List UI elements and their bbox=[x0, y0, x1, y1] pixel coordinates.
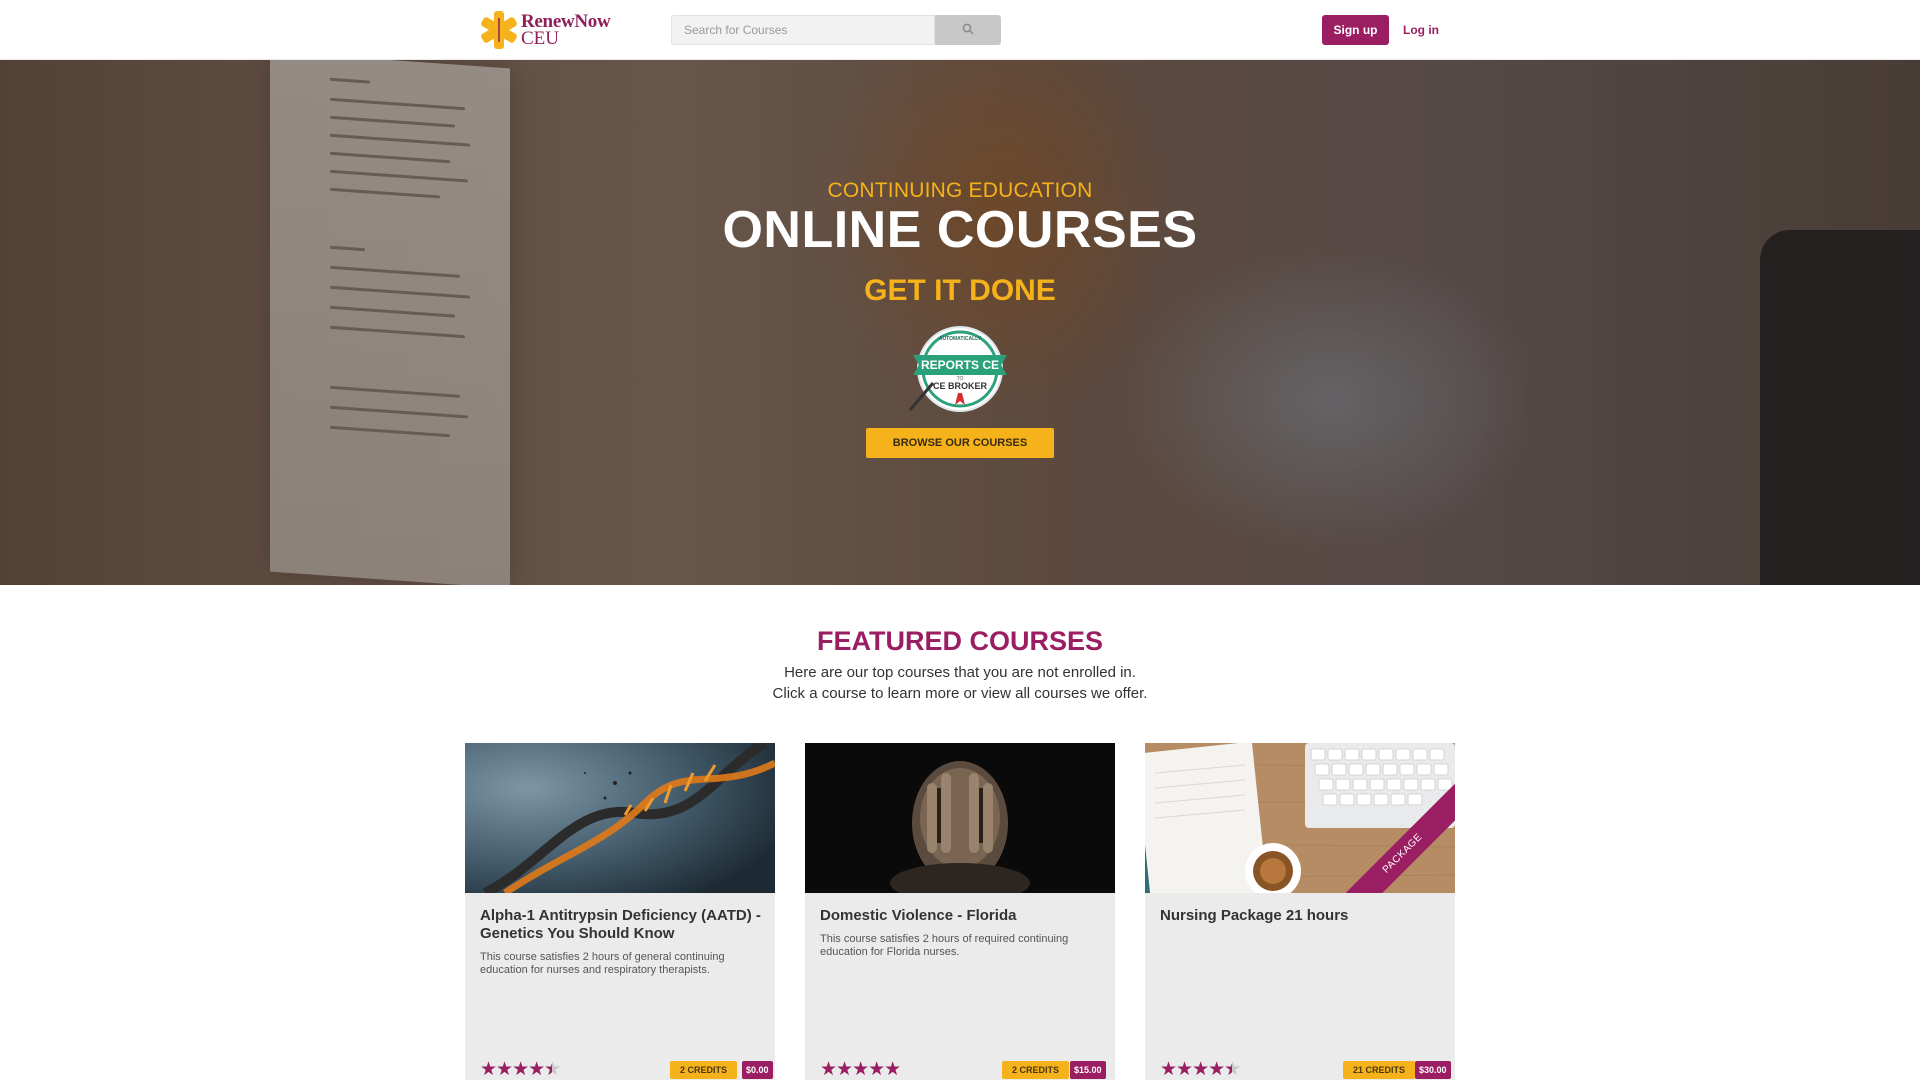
logo[interactable]: RenewNow CEU bbox=[479, 10, 614, 50]
price-badge: $0.00 bbox=[742, 1061, 773, 1079]
svg-text:REPORTS CE: REPORTS CE bbox=[921, 358, 999, 372]
hero-title: ONLINE COURSES bbox=[722, 201, 1198, 259]
browse-courses-button[interactable]: BROWSE OUR COURSES bbox=[866, 428, 1054, 458]
svg-text:AUTOMATICALLY: AUTOMATICALLY bbox=[939, 336, 982, 342]
course-description: This course satisfies 2 hours of general… bbox=[480, 951, 725, 976]
featured-subtitle-line-2: Click a course to learn more or view all… bbox=[772, 685, 1148, 702]
course-image-dna bbox=[465, 743, 775, 893]
star-of-life-icon bbox=[479, 10, 519, 50]
login-link[interactable]: Log in bbox=[1398, 15, 1444, 45]
rating-stars: ★★★★★ bbox=[820, 1059, 901, 1080]
featured-courses-subtitle: Here are our top courses that you are no… bbox=[0, 662, 1920, 704]
featured-courses-title: FEATURED COURSES bbox=[816, 626, 1104, 656]
course-card[interactable]: Domestic Violence - Florida This course … bbox=[805, 743, 1115, 1080]
course-description: This course satisfies 2 hours of require… bbox=[820, 933, 1069, 958]
course-footer: ★★★★★ 2 CREDITS $0.00 bbox=[480, 1059, 773, 1080]
logo-wordmark: RenewNow CEU bbox=[521, 12, 611, 49]
rating-stars-full: ★★★★ bbox=[1160, 1059, 1225, 1080]
rating-stars: ★★★★★ bbox=[1160, 1059, 1241, 1080]
search-bar bbox=[671, 15, 1001, 45]
rating-stars-full: ★★★★ bbox=[480, 1059, 545, 1080]
price-badge: $15.00 bbox=[1070, 1061, 1106, 1079]
course-card[interactable]: PACKAGE Nursing Package 21 hours ★★★★★ 2… bbox=[1145, 743, 1455, 1080]
course-title: Domestic Violence - Florida bbox=[820, 907, 1017, 924]
search-icon bbox=[962, 23, 974, 38]
site-header: RenewNow CEU Sign up Log in bbox=[0, 0, 1920, 60]
featured-subtitle-line-1: Here are our top courses that you are no… bbox=[784, 664, 1136, 681]
rating-star-half: ★ bbox=[544, 1059, 561, 1080]
ce-broker-badge: AUTOMATICALLY REPORTS CE TO CE BROKER bbox=[905, 325, 1015, 415]
search-button[interactable] bbox=[935, 15, 1001, 45]
search-input[interactable] bbox=[671, 15, 935, 45]
svg-text:CE BROKER: CE BROKER bbox=[933, 381, 988, 391]
course-title: Nursing Package 21 hours bbox=[1160, 907, 1349, 924]
hero-tagline: GET IT DONE bbox=[864, 274, 1056, 307]
course-card[interactable]: Alpha-1 Antitrypsin Deficiency (AATD) - … bbox=[465, 743, 775, 1080]
course-image-domestic-violence bbox=[805, 743, 1115, 893]
course-image-desk: PACKAGE bbox=[1145, 743, 1455, 893]
price-badge: $30.00 bbox=[1415, 1061, 1451, 1079]
hero-content: CONTINUING EDUCATION ONLINE COURSES GET … bbox=[0, 60, 1920, 585]
credits-badge: 2 CREDITS bbox=[670, 1061, 738, 1079]
logo-line-2: CEU bbox=[521, 28, 559, 49]
course-title: Alpha-1 Antitrypsin Deficiency (AATD) - … bbox=[480, 907, 761, 942]
hero-banner: CONTINUING EDUCATION ONLINE COURSES GET … bbox=[0, 60, 1920, 585]
signup-button[interactable]: Sign up bbox=[1322, 15, 1389, 45]
credits-badge: 21 CREDITS bbox=[1343, 1061, 1416, 1079]
rating-star-half: ★ bbox=[1224, 1059, 1241, 1080]
course-footer: ★★★★★ 2 CREDITS $15.00 bbox=[820, 1059, 1106, 1080]
credits-badge: 2 CREDITS bbox=[1002, 1061, 1070, 1079]
rating-stars: ★★★★★ bbox=[480, 1059, 561, 1080]
course-footer: ★★★★★ 21 CREDITS $30.00 bbox=[1160, 1059, 1451, 1080]
